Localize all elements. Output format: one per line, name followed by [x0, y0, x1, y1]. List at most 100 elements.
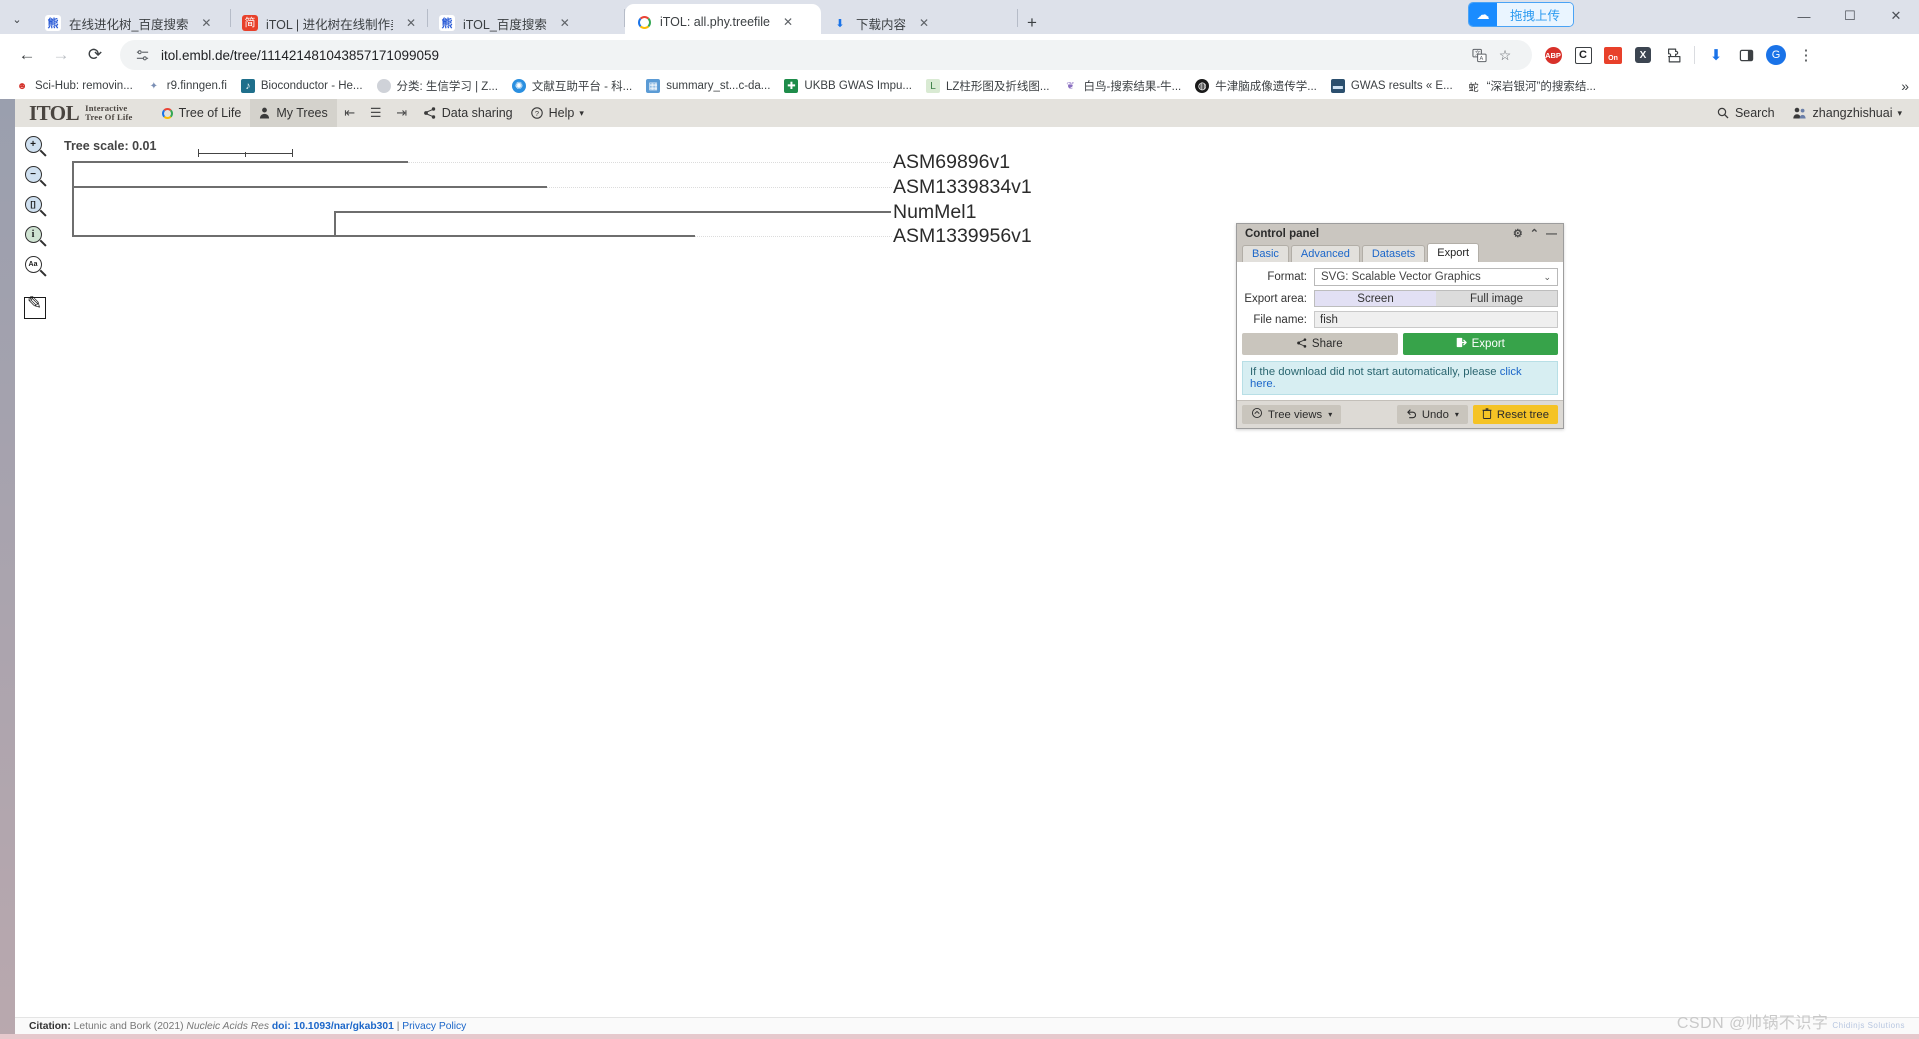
tab-close-button[interactable]: ✕	[780, 15, 796, 29]
drag-upload-label: 拖拽上传	[1497, 3, 1574, 26]
export-area-row: Export area: Screen Full image	[1242, 290, 1558, 307]
tab-datasets[interactable]: Datasets	[1361, 245, 1426, 262]
finngen-icon: ✦	[149, 80, 158, 92]
undo-button[interactable]: Undo ▾	[1396, 405, 1468, 424]
extensions-puzzle-icon[interactable]	[1658, 40, 1688, 70]
bookmarks-overflow-button[interactable]: »	[1901, 78, 1909, 94]
export-label: Export	[1471, 338, 1505, 350]
tree-guide-2	[547, 187, 892, 188]
trash-icon	[1482, 407, 1492, 422]
tree-leaf-label[interactable]: ASM1339834v1	[893, 176, 1032, 199]
user-menu[interactable]: zhangzhishuai ▾	[1784, 99, 1911, 127]
tree-views-button[interactable]: Tree views ▾	[1242, 405, 1342, 424]
itol-logo[interactable]: ITOL Interactive Tree Of Life	[15, 101, 153, 126]
tab-title: iTOL | 进化树在线制作美化工具	[266, 17, 393, 32]
control-panel-footer: Tree views ▾ Undo ▾ Reset tree	[1237, 400, 1563, 428]
minimize-icon[interactable]: —	[1546, 228, 1557, 240]
tree-guide-1	[408, 162, 892, 163]
share-button[interactable]: Share	[1242, 333, 1398, 355]
profile-avatar[interactable]: G	[1761, 40, 1791, 70]
bookmark-item[interactable]: ☻ Sci-Hub: removin...	[8, 75, 140, 97]
bookmark-item[interactable]: ◍ 牛津脑成像遗传学...	[1188, 75, 1324, 97]
bookmark-star-icon[interactable]: ☆	[1492, 42, 1518, 68]
tab-title: 下载内容	[856, 17, 907, 32]
zoom-in-tool[interactable]: +	[15, 131, 55, 161]
format-value: SVG: Scalable Vector Graphics	[1321, 271, 1481, 283]
svg-text:A: A	[1479, 55, 1483, 61]
forward-button[interactable]: →	[44, 38, 78, 72]
export-button[interactable]: Export	[1402, 333, 1558, 355]
tab-advanced[interactable]: Advanced	[1290, 245, 1360, 262]
on-extension-icon[interactable]: On	[1598, 40, 1628, 70]
tab-close-button[interactable]: ✕	[916, 16, 932, 30]
bookmark-item[interactable]: L LZ柱形图及折线图...	[919, 75, 1057, 97]
phylogenetic-tree[interactable]: Tree scale: 0.01 ASM69896v1 ASM1339834v1…	[55, 131, 1255, 311]
search-label: Search	[1734, 106, 1775, 120]
bookmark-item[interactable]: ▦ summary_st...c-da...	[639, 75, 777, 97]
tab-basic[interactable]: Basic	[1242, 245, 1289, 262]
nav-item-help[interactable]: ? Help ▾	[522, 99, 593, 127]
nav-item-my-trees[interactable]: My Trees	[250, 99, 337, 127]
tab-close-button[interactable]: ✕	[557, 16, 573, 30]
tree-leaf-label[interactable]: NumMel1	[893, 201, 976, 224]
tab-close-button[interactable]: ✕	[198, 16, 214, 30]
bookmark-item[interactable]: ♪ Bioconductor - He...	[234, 75, 370, 97]
bookmark-item[interactable]: ✦ r9.finngen.fi	[140, 75, 234, 97]
privacy-policy-link[interactable]: Privacy Policy	[402, 1021, 466, 1032]
export-area-screen-option[interactable]: Screen	[1315, 291, 1436, 306]
minimize-button[interactable]: —	[1781, 0, 1827, 32]
tree-scale-label: Tree scale: 0.01	[64, 139, 157, 153]
bookmark-item[interactable]: ❦ 白鸟-搜索结果-牛...	[1057, 75, 1189, 97]
tab-close-button[interactable]: ✕	[403, 16, 419, 30]
reload-button[interactable]: ⟳	[78, 38, 112, 72]
cloud-icon	[1251, 408, 1263, 421]
text-size-icon: Aa	[24, 255, 47, 277]
tab-export[interactable]: Export	[1427, 243, 1480, 262]
bookmark-item[interactable]: ✚ UKBB GWAS Impu...	[777, 75, 919, 97]
x-extension-icon[interactable]: X	[1628, 40, 1658, 70]
close-window-button[interactable]: ✕	[1873, 0, 1919, 32]
translate-icon[interactable]: 文A	[1466, 42, 1492, 68]
adblock-plus-icon[interactable]: ABP	[1538, 40, 1568, 70]
collapse-icon[interactable]: ⌃	[1530, 227, 1539, 240]
bookmark-item[interactable]: ▬ GWAS results « E...	[1324, 75, 1460, 97]
list-icon[interactable]: ☰	[363, 99, 389, 127]
side-panel-icon[interactable]	[1731, 40, 1761, 70]
drag-upload-button[interactable]: ☁ 拖拽上传	[1468, 2, 1575, 27]
gear-icon[interactable]: ⚙	[1513, 227, 1523, 240]
export-area-full-image-option[interactable]: Full image	[1436, 291, 1557, 306]
bookmark-item[interactable]: 分类: 生信学习 | Z...	[370, 75, 505, 97]
text-size-tool[interactable]: Aa	[15, 251, 55, 281]
fit-to-screen-tool[interactable]: []	[15, 191, 55, 221]
nav-item-data-sharing[interactable]: Data sharing	[415, 99, 522, 127]
tree-leaf-label[interactable]: ASM1339956v1	[893, 225, 1032, 248]
info-tool[interactable]: i	[15, 221, 55, 251]
address-bar[interactable]: itol.embl.de/tree/1114214810438571710990…	[120, 40, 1532, 70]
bookmark-item[interactable]: 蛇 “深岩银河”的搜索结...	[1460, 75, 1603, 97]
window-bottom-edge	[0, 1034, 1919, 1039]
chevron-down-icon: ▾	[1328, 410, 1333, 419]
zoom-out-tool[interactable]: −	[15, 161, 55, 191]
nav-item-tree-of-life[interactable]: Tree of Life	[153, 99, 251, 127]
edit-tool[interactable]	[15, 293, 55, 323]
control-panel-header[interactable]: Control panel ⚙ ⌃ —	[1237, 224, 1563, 243]
doi-link[interactable]: doi: 10.1093/nar/gkab301	[272, 1021, 394, 1032]
browser-menu-icon[interactable]: ⋮	[1791, 40, 1821, 70]
reset-tree-button[interactable]: Reset tree	[1472, 405, 1558, 424]
downloads-icon[interactable]: ⬇	[1701, 40, 1731, 70]
collapse-left-icon[interactable]: ⇤	[337, 99, 363, 127]
collapse-right-icon[interactable]: ⇥	[389, 99, 415, 127]
back-button[interactable]: ←	[10, 38, 44, 72]
chevron-down-icon: ⌄	[12, 13, 22, 26]
bookmark-item[interactable]: ✺ 文献互助平台 - 科...	[505, 75, 639, 97]
page-settings-icon[interactable]	[134, 47, 151, 64]
maximize-button[interactable]: ☐	[1827, 0, 1873, 32]
download-icon: ⬇	[835, 17, 845, 30]
tree-leaf-label[interactable]: ASM69896v1	[893, 151, 1010, 174]
format-select[interactable]: SVG: Scalable Vector Graphics ⌄	[1314, 268, 1558, 286]
itol-search-button[interactable]: Search	[1708, 99, 1784, 127]
svg-text:?: ?	[535, 109, 539, 118]
c-extension-icon[interactable]: C	[1568, 40, 1598, 70]
share-label: Share	[1311, 338, 1343, 350]
file-name-input[interactable]: fish	[1314, 311, 1558, 328]
